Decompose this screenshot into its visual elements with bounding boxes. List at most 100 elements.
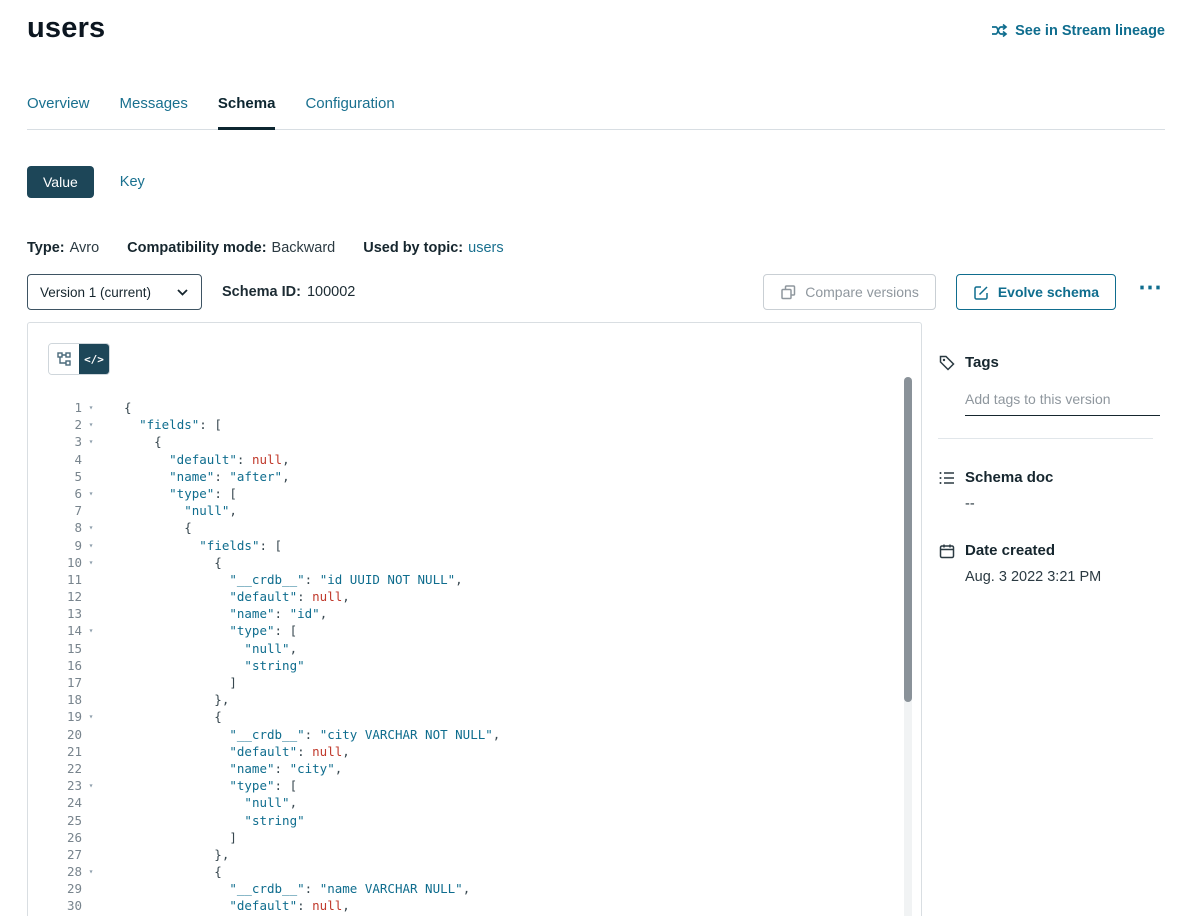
chevron-down-icon: [174, 284, 191, 301]
more-menu-button[interactable]: ⋯: [1136, 283, 1165, 301]
fold-toggle-icon[interactable]: ▾: [82, 863, 100, 880]
code-line: 19▾ {: [48, 708, 921, 725]
schema-doc-section: Schema doc --: [938, 469, 1165, 512]
fold-toggle-icon[interactable]: ▾: [82, 708, 100, 725]
fold-toggle-icon[interactable]: ▾: [82, 399, 100, 416]
line-number: 22: [48, 760, 82, 777]
line-number: 5: [48, 468, 82, 485]
fold-toggle-icon[interactable]: ▾: [82, 622, 100, 639]
line-number: 24: [48, 794, 82, 811]
main: </> 1▾{2▾ "fields": [3▾ {4 "default": nu…: [27, 322, 1165, 916]
fold-toggle-icon[interactable]: ▾: [82, 554, 100, 571]
fold-toggle-icon[interactable]: ▾: [82, 485, 100, 502]
fold-spacer: [82, 691, 100, 708]
code-line: 25 "string": [48, 812, 921, 829]
evolve-schema-label: Evolve schema: [998, 284, 1099, 300]
code-line: 17 ]: [48, 674, 921, 691]
view-toggle-group: </>: [48, 343, 110, 375]
fold-toggle-icon[interactable]: ▾: [82, 777, 100, 794]
fold-toggle-icon[interactable]: ▾: [82, 433, 100, 450]
tree-view-toggle[interactable]: [49, 344, 79, 374]
fold-spacer: [82, 760, 100, 777]
fold-spacer: [82, 812, 100, 829]
tags-input[interactable]: [965, 387, 1160, 416]
code-text: "__crdb__": "name VARCHAR NULL",: [100, 880, 470, 897]
code-line: 24 "null",: [48, 794, 921, 811]
fold-toggle-icon[interactable]: ▾: [82, 416, 100, 433]
scrollbar-thumb[interactable]: [904, 377, 912, 702]
calendar-icon: [938, 542, 955, 559]
fold-toggle-icon[interactable]: ▾: [82, 519, 100, 536]
fold-toggle-icon[interactable]: ▾: [82, 537, 100, 554]
code-text: {: [100, 863, 222, 880]
code-line: 14▾ "type": [: [48, 622, 921, 639]
scrollbar-track[interactable]: [904, 377, 912, 916]
line-number: 3: [48, 433, 82, 450]
code-text: },: [100, 691, 229, 708]
code-text: "type": [: [100, 622, 297, 639]
code-line: 22 "name": "city",: [48, 760, 921, 777]
code-line: 16 "string": [48, 657, 921, 674]
tab-messages[interactable]: Messages: [120, 87, 188, 129]
code-text: "name": "city",: [100, 760, 342, 777]
compare-versions-button[interactable]: Compare versions: [763, 274, 936, 310]
code-line: 30 "default": null,: [48, 897, 921, 914]
code-text: ]: [100, 674, 237, 691]
code-text: "fields": [: [100, 537, 282, 554]
fold-spacer: [82, 846, 100, 863]
tab-overview[interactable]: Overview: [27, 87, 90, 129]
fold-spacer: [82, 743, 100, 760]
code-text: "__crdb__": "id UUID NOT NULL",: [100, 571, 463, 588]
tab-bar: Overview Messages Schema Configuration: [27, 87, 1165, 130]
code-text: "default": null,: [100, 588, 350, 605]
stream-lineage-link[interactable]: See in Stream lineage: [991, 22, 1165, 39]
code-text: "null",: [100, 502, 237, 519]
line-number: 23: [48, 777, 82, 794]
line-number: 27: [48, 846, 82, 863]
line-number: 16: [48, 657, 82, 674]
code-line: 8▾ {: [48, 519, 921, 536]
value-toggle-button[interactable]: Value: [27, 166, 94, 198]
fold-spacer: [82, 880, 100, 897]
line-number: 18: [48, 691, 82, 708]
evolve-schema-button[interactable]: Evolve schema: [956, 274, 1116, 310]
schema-id: Schema ID: 100002: [222, 284, 355, 300]
line-number: 19: [48, 708, 82, 725]
compatibility-label: Compatibility mode:: [127, 240, 266, 256]
code-text: {: [100, 519, 192, 536]
code-line: 4 "default": null,: [48, 451, 921, 468]
code-text: {: [100, 554, 222, 571]
line-number: 28: [48, 863, 82, 880]
stream-lineage-label: See in Stream lineage: [1015, 23, 1165, 39]
code-text: {: [100, 708, 222, 725]
code-text: "name": "id",: [100, 605, 327, 622]
fold-spacer: [82, 605, 100, 622]
fold-spacer: [82, 640, 100, 657]
line-number: 26: [48, 829, 82, 846]
fold-spacer: [82, 502, 100, 519]
topic-link[interactable]: users: [468, 240, 503, 256]
schema-sidebar: Tags Schema doc: [922, 322, 1165, 916]
tab-schema[interactable]: Schema: [218, 87, 276, 130]
line-number: 6: [48, 485, 82, 502]
code-view-icon: </>: [84, 353, 104, 366]
key-toggle-button[interactable]: Key: [120, 174, 145, 190]
header: users See in Stream lineage: [27, 12, 1165, 45]
code-text: "default": null,: [100, 451, 290, 468]
code-line: 10▾ {: [48, 554, 921, 571]
compatibility-value: Backward: [272, 240, 336, 256]
version-select[interactable]: Version 1 (current): [27, 274, 202, 310]
code-view-toggle[interactable]: </>: [79, 344, 109, 374]
line-number: 14: [48, 622, 82, 639]
tab-configuration[interactable]: Configuration: [305, 87, 394, 129]
schema-code-panel: </> 1▾{2▾ "fields": [3▾ {4 "default": nu…: [27, 322, 922, 916]
code-text: "string": [100, 812, 305, 829]
schema-doc-value: --: [965, 496, 1165, 512]
evolve-icon: [973, 284, 990, 301]
line-number: 25: [48, 812, 82, 829]
code-text: "type": [: [100, 485, 237, 502]
schema-meta: Type: Avro Compatibility mode: Backward …: [27, 240, 1165, 256]
line-number: 20: [48, 726, 82, 743]
code-line: 29 "__crdb__": "name VARCHAR NULL",: [48, 880, 921, 897]
line-number: 9: [48, 537, 82, 554]
